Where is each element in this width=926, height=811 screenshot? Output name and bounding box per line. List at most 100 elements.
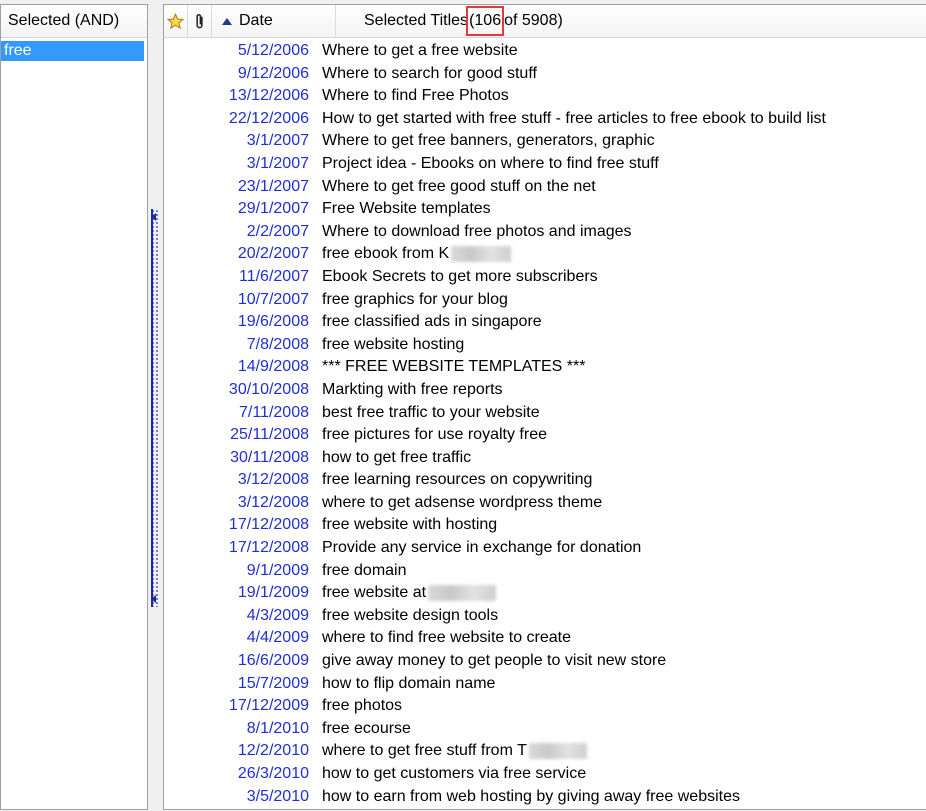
row-title-text: how to flip domain name bbox=[322, 674, 496, 692]
row-date: 8/1/2010 bbox=[246, 719, 309, 737]
row-date: 19/6/2008 bbox=[237, 313, 309, 331]
table-row[interactable]: 17/12/2008 free website with hosting bbox=[164, 514, 926, 537]
row-date: 4/3/2009 bbox=[246, 606, 309, 624]
paperclip-icon bbox=[195, 13, 203, 28]
table-row[interactable]: 8/1/2010 free ecourse bbox=[164, 718, 926, 741]
row-title: how to get customers via free service bbox=[309, 763, 586, 786]
collapse-arrow-top-icon bbox=[151, 213, 156, 221]
table-row[interactable]: 2/2/2007 Where to download free photos an… bbox=[164, 221, 926, 244]
list-header: Date Selected Titles (106 of 5908) bbox=[164, 5, 926, 38]
row-title-text: How to get started with free stuff - fre… bbox=[322, 109, 826, 127]
row-title: Project idea - Ebooks on where to find f… bbox=[309, 153, 659, 176]
table-row[interactable]: 4/3/2009 free website design tools bbox=[164, 605, 926, 628]
row-title-text: Project idea - Ebooks on where to find f… bbox=[322, 154, 659, 172]
row-title: free photos bbox=[309, 695, 402, 718]
row-title: give away money to get people to visit n… bbox=[309, 650, 666, 673]
row-title-text: where to get adsense wordpress theme bbox=[322, 493, 603, 511]
row-title: free website design tools bbox=[309, 605, 498, 628]
tag-item-free[interactable]: free bbox=[1, 41, 144, 61]
table-row[interactable]: 3/1/2007 Where to get free banners, gener… bbox=[164, 130, 926, 153]
redacted-text bbox=[528, 743, 587, 760]
table-row[interactable]: 17/12/2008 Provide any service in exchang… bbox=[164, 537, 926, 560]
redacted-text bbox=[451, 246, 512, 263]
row-title-text: Where to get a free website bbox=[322, 42, 518, 59]
row-date: 3/12/2008 bbox=[237, 493, 309, 511]
row-title-text: free website hosting bbox=[322, 335, 465, 353]
table-row[interactable]: 23/1/2007 Where to get free good stuff on… bbox=[164, 176, 926, 199]
row-date: 20/2/2007 bbox=[237, 245, 309, 263]
titles-list-panel: Date Selected Titles (106 of 5908) 5/12/… bbox=[163, 4, 926, 810]
row-title: How to get started with free stuff - fre… bbox=[309, 108, 826, 131]
table-row[interactable]: 5/12/2006 Where to get a free website bbox=[164, 40, 926, 63]
table-row[interactable]: 16/6/2009 give away money to get people t… bbox=[164, 650, 926, 673]
row-title: free classified ads in singapore bbox=[309, 311, 542, 334]
table-row[interactable]: 10/7/2007 free graphics for your blog bbox=[164, 289, 926, 312]
table-row[interactable]: 30/10/2008 Markting with free reports bbox=[164, 379, 926, 402]
table-row[interactable]: 7/11/2008 best free traffic to your websi… bbox=[164, 402, 926, 425]
row-title-text: free website design tools bbox=[322, 606, 499, 624]
row-title-text: free photos bbox=[322, 697, 403, 715]
panel-splitter[interactable] bbox=[148, 4, 163, 810]
row-title-text: free classified ads in singapore bbox=[322, 313, 542, 331]
titles-column-header[interactable]: Selected Titles (106 of 5908) bbox=[336, 5, 926, 37]
selected-and-header[interactable]: Selected (AND) bbox=[1, 5, 147, 38]
table-row[interactable]: 26/3/2010 how to get customers via free s… bbox=[164, 763, 926, 786]
table-row[interactable]: 4/4/2009 where to find free website to cr… bbox=[164, 627, 926, 650]
table-row[interactable]: 3/5/2010 how to earn from web hosting by … bbox=[164, 786, 926, 809]
table-row[interactable]: 20/2/2007 free ebook from K bbox=[164, 243, 926, 266]
row-title-text: Markting with free reports bbox=[322, 380, 503, 398]
table-row[interactable]: 3/12/2008 where to get adsense wordpress … bbox=[164, 492, 926, 515]
table-row[interactable]: 9/1/2009 free domain bbox=[164, 560, 926, 583]
table-row[interactable]: 13/12/2006 Where to find Free Photos bbox=[164, 85, 926, 108]
row-title-text: free ebook from K bbox=[322, 245, 450, 263]
star-column-header[interactable] bbox=[164, 5, 188, 37]
table-row[interactable]: 3/1/2007 Project idea - Ebooks on where t… bbox=[164, 153, 926, 176]
table-row[interactable]: 7/8/2008 free website hosting bbox=[164, 334, 926, 357]
row-title-text: how to get free traffic bbox=[322, 448, 472, 466]
attachment-column-header[interactable] bbox=[188, 5, 212, 37]
selected-count-highlight: (106 bbox=[466, 6, 505, 36]
table-row[interactable]: 15/7/2009 how to flip domain name bbox=[164, 673, 926, 696]
row-title: where to get adsense wordpress theme bbox=[309, 492, 602, 515]
row-date: 17/12/2008 bbox=[228, 516, 309, 534]
table-row[interactable]: 11/6/2007 Ebook Secrets to get more subsc… bbox=[164, 266, 926, 289]
table-row[interactable]: 14/9/2008 *** FREE WEBSITE TEMPLATES *** bbox=[164, 356, 926, 379]
table-row[interactable]: 25/11/2008 free pictures for use royalty … bbox=[164, 424, 926, 447]
sort-ascending-icon bbox=[222, 17, 232, 25]
row-date: 10/7/2007 bbox=[237, 290, 309, 308]
row-title-text: how to earn from web hosting by giving a… bbox=[322, 787, 740, 805]
row-title-text: free ecourse bbox=[322, 719, 411, 737]
table-row[interactable]: 30/11/2008 how to get free traffic bbox=[164, 447, 926, 470]
table-row[interactable]: 29/1/2007 Free Website templates bbox=[164, 198, 926, 221]
row-title: free learning resources on copywriting bbox=[309, 469, 592, 492]
row-date: 15/7/2009 bbox=[237, 674, 309, 692]
row-date: 17/12/2008 bbox=[228, 539, 309, 557]
row-date: 13/12/2006 bbox=[228, 87, 309, 105]
table-row[interactable]: 19/6/2008 free classified ads in singapor… bbox=[164, 311, 926, 334]
row-title-text: free graphics for your blog bbox=[322, 290, 508, 308]
row-title-text: Where to search for good stuff bbox=[322, 64, 537, 82]
table-row[interactable]: 12/2/2010 where to get free stuff from T bbox=[164, 740, 926, 763]
row-title: where to find free website to create bbox=[309, 627, 571, 650]
row-date: 4/4/2009 bbox=[246, 629, 309, 647]
star-icon bbox=[167, 12, 184, 29]
row-title-text: Where to download free photos and images bbox=[322, 222, 632, 240]
table-row[interactable]: 9/12/2006 Where to search for good stuff bbox=[164, 63, 926, 86]
row-date: 26/3/2010 bbox=[237, 765, 309, 782]
row-date: 3/5/2010 bbox=[246, 787, 309, 805]
table-row[interactable]: 3/12/2008 free learning resources on copy… bbox=[164, 469, 926, 492]
row-title: how to flip domain name bbox=[309, 673, 495, 696]
table-row[interactable]: 19/1/2009 free website at bbox=[164, 582, 926, 605]
row-title-text: Where to get free banners, generators, g… bbox=[322, 132, 655, 150]
row-title-text: free website with hosting bbox=[322, 516, 498, 534]
splitter-grip[interactable] bbox=[151, 209, 159, 607]
row-title-text: give away money to get people to visit n… bbox=[322, 652, 667, 670]
date-column-header[interactable]: Date bbox=[212, 5, 336, 37]
table-row[interactable]: 17/12/2009 free photos bbox=[164, 695, 926, 718]
row-date: 7/8/2008 bbox=[246, 335, 309, 353]
row-title: Where to get a free website bbox=[309, 40, 518, 63]
table-row[interactable]: 22/12/2006 How to get started with free s… bbox=[164, 108, 926, 131]
row-title: Where to get free banners, generators, g… bbox=[309, 130, 655, 153]
selected-and-label: Selected (AND) bbox=[8, 12, 120, 29]
row-title: free graphics for your blog bbox=[309, 289, 508, 312]
